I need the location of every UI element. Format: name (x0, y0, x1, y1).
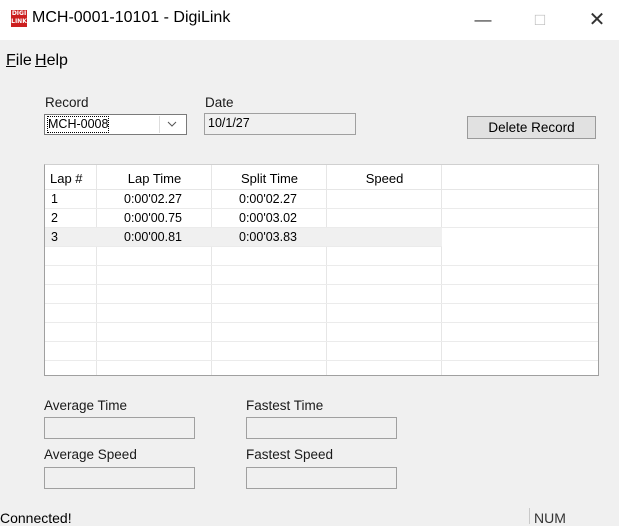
cell-split-time: 0:00'02.27 (239, 192, 297, 206)
cell-lap-time: 0:00'00.81 (124, 230, 182, 244)
close-button[interactable]: ✕ (577, 6, 617, 34)
menu-file[interactable]: File (6, 52, 32, 70)
header-speed[interactable]: Speed (327, 171, 442, 186)
header-lap[interactable]: Lap # (50, 171, 83, 186)
status-divider (529, 508, 530, 524)
table-row[interactable]: 2 0:00'00.75 0:00'03.02 (45, 209, 598, 228)
table-row[interactable]: 1 0:00'02.27 0:00'02.27 (45, 190, 598, 209)
average-speed-label: Average Speed (44, 447, 137, 462)
menu-help-label: Help (35, 52, 68, 69)
table-row-selected[interactable]: 3 0:00'00.81 0:00'03.83 (45, 228, 442, 247)
cell-lap: 2 (51, 211, 58, 225)
cell-lap: 1 (51, 192, 58, 206)
chevron-down-icon[interactable] (159, 116, 184, 133)
date-label: Date (205, 95, 234, 110)
digilink-logo-icon: DIGI LINK (11, 10, 27, 27)
maximize-button[interactable]: □ (520, 6, 560, 34)
window-title: MCH-0001-10101 - DigiLink (32, 9, 231, 26)
minimize-button[interactable]: — (463, 6, 503, 34)
fastest-speed-label: Fastest Speed (246, 447, 334, 462)
menu-file-label: File (6, 52, 32, 69)
cell-lap-time: 0:00'02.27 (124, 192, 182, 206)
menu-bar: File Help (0, 48, 619, 70)
average-speed-field[interactable] (44, 467, 195, 489)
table-row-empty[interactable] (45, 247, 598, 266)
record-select[interactable]: MCH-0008 (44, 114, 187, 135)
title-bar: DIGI LINK MCH-0001-10101 - DigiLink — □ ✕ (0, 0, 619, 40)
table-header: Lap # Lap Time Split Time Speed (45, 165, 598, 190)
table-row-empty[interactable] (45, 361, 598, 375)
cell-split-time: 0:00'03.02 (239, 211, 297, 225)
table-row-empty[interactable] (45, 304, 598, 323)
fastest-time-field[interactable] (246, 417, 397, 439)
record-select-value: MCH-0008 (46, 116, 110, 133)
menu-help[interactable]: Help (35, 52, 68, 70)
header-split-time[interactable]: Split Time (212, 171, 327, 186)
table-row-empty[interactable] (45, 285, 598, 304)
cell-lap-time: 0:00'00.75 (124, 211, 182, 225)
delete-record-button[interactable]: Delete Record (467, 116, 596, 139)
cell-split-time: 0:00'03.83 (239, 230, 297, 244)
fastest-time-label: Fastest Time (246, 398, 324, 413)
table-row-empty[interactable] (45, 323, 598, 342)
header-lap-time[interactable]: Lap Time (97, 171, 212, 186)
date-field[interactable]: 10/1/27 (204, 113, 356, 135)
fastest-speed-field[interactable] (246, 467, 397, 489)
average-time-field[interactable] (44, 417, 195, 439)
table-row-empty[interactable] (45, 342, 598, 361)
cell-lap: 3 (51, 230, 58, 244)
average-time-label: Average Time (44, 398, 128, 413)
status-bar: Connected! NUM (0, 508, 619, 526)
laps-table[interactable]: Lap # Lap Time Split Time Speed 1 0:00'0… (44, 164, 599, 376)
chevron-down-icon-shape (167, 121, 177, 127)
table-row-empty[interactable] (45, 266, 598, 285)
record-label: Record (45, 95, 89, 110)
